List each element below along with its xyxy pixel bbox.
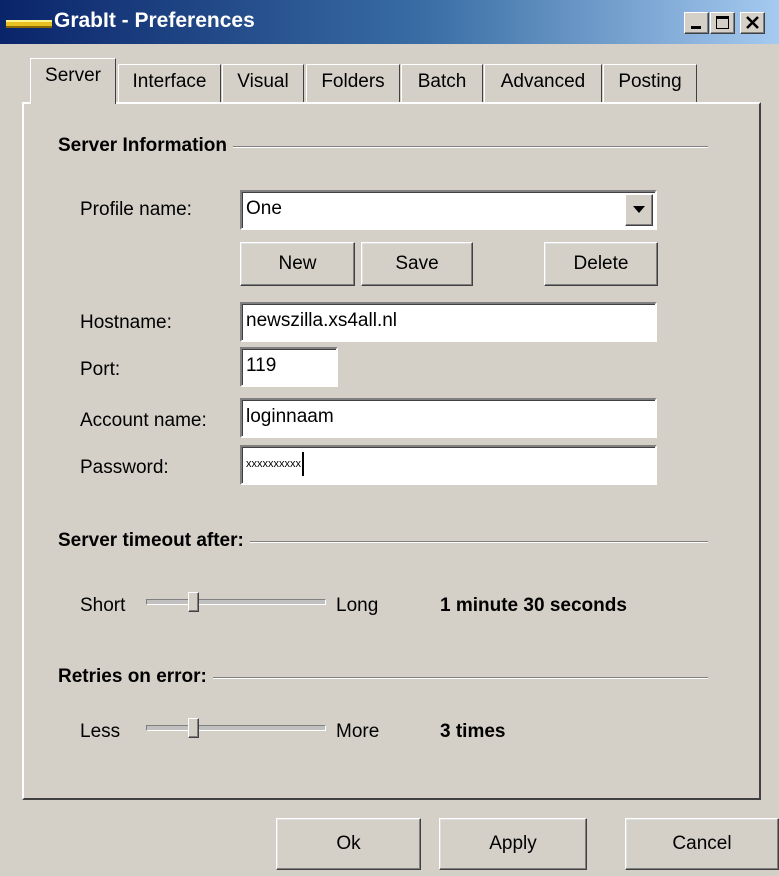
new-button[interactable]: New [240, 242, 355, 286]
tab-label: Visual [237, 71, 289, 92]
tab-visual[interactable]: Visual [222, 64, 304, 102]
password-label: Password: [80, 457, 169, 478]
close-icon [746, 16, 759, 29]
hostname-value: newszilla.xs4all.nl [246, 310, 398, 331]
retries-heading: Retries on error: [58, 665, 213, 689]
tab-batch[interactable]: Batch [401, 64, 483, 102]
tab-folders[interactable]: Folders [306, 64, 400, 102]
timeout-heading: Server timeout after: [58, 529, 250, 553]
slider-track [146, 725, 326, 731]
cancel-button-label: Cancel [672, 833, 732, 854]
account-name-label: Account name: [80, 410, 207, 431]
maximize-icon [716, 16, 729, 29]
hostname-input[interactable]: newszilla.xs4all.nl [240, 302, 657, 342]
title-bar[interactable]: GrabIt - Preferences [0, 0, 779, 44]
retries-max-label: More [336, 721, 380, 742]
minimize-icon [691, 26, 701, 29]
tab-interface[interactable]: Interface [118, 64, 221, 102]
tab-label: Server [45, 65, 101, 86]
text-caret [302, 452, 304, 477]
minimize-button[interactable] [684, 12, 709, 34]
server-info-heading: Server Information [58, 134, 233, 158]
tab-label: Advanced [500, 71, 586, 92]
delete-button-label: Delete [573, 253, 629, 274]
save-button-label: Save [395, 253, 439, 274]
app-icon [6, 20, 52, 28]
slider-track [146, 599, 326, 605]
tab-advanced[interactable]: Advanced [484, 64, 602, 102]
window-title: GrabIt - Preferences [54, 9, 255, 32]
timeout-value: 1 minute 30 seconds [440, 595, 627, 616]
save-button[interactable]: Save [361, 242, 473, 286]
tab-server[interactable]: Server [30, 58, 116, 104]
tab-label: Interface [132, 71, 207, 92]
retries-min-label: Less [80, 721, 121, 742]
retries-slider[interactable] [146, 718, 326, 744]
port-value: 119 [246, 355, 277, 376]
new-button-label: New [278, 253, 317, 274]
tab-label: Folders [321, 71, 385, 92]
maximize-button[interactable] [710, 12, 735, 34]
hostname-label: Hostname: [80, 312, 172, 333]
chevron-down-icon [633, 206, 645, 213]
password-input[interactable]: xxxxxxxxxx [240, 445, 657, 485]
timeout-max-label: Long [336, 595, 379, 616]
profile-name-select[interactable]: One [240, 190, 657, 230]
port-label: Port: [80, 359, 121, 380]
timeout-slider[interactable] [146, 592, 326, 618]
apply-button-label: Apply [489, 833, 537, 854]
tab-label: Posting [618, 71, 682, 92]
retries-value: 3 times [440, 721, 506, 742]
apply-button[interactable]: Apply [439, 818, 587, 870]
slider-thumb[interactable] [188, 718, 199, 738]
cancel-button[interactable]: Cancel [625, 818, 779, 870]
profile-name-value: One [246, 198, 282, 219]
profile-name-label: Profile name: [80, 199, 192, 220]
password-value: xxxxxxxxxx [246, 458, 301, 471]
account-name-input[interactable]: loginnaam [240, 398, 657, 438]
tab-posting[interactable]: Posting [603, 64, 697, 102]
slider-thumb[interactable] [188, 592, 199, 612]
port-input[interactable]: 119 [240, 347, 338, 387]
ok-button[interactable]: Ok [276, 818, 421, 870]
ok-button-label: Ok [336, 833, 361, 854]
profile-dropdown-button[interactable] [625, 194, 653, 226]
close-button[interactable] [740, 12, 765, 34]
delete-button[interactable]: Delete [544, 242, 658, 286]
timeout-min-label: Short [80, 595, 126, 616]
account-name-value: loginnaam [246, 406, 334, 427]
tab-label: Batch [417, 71, 467, 92]
